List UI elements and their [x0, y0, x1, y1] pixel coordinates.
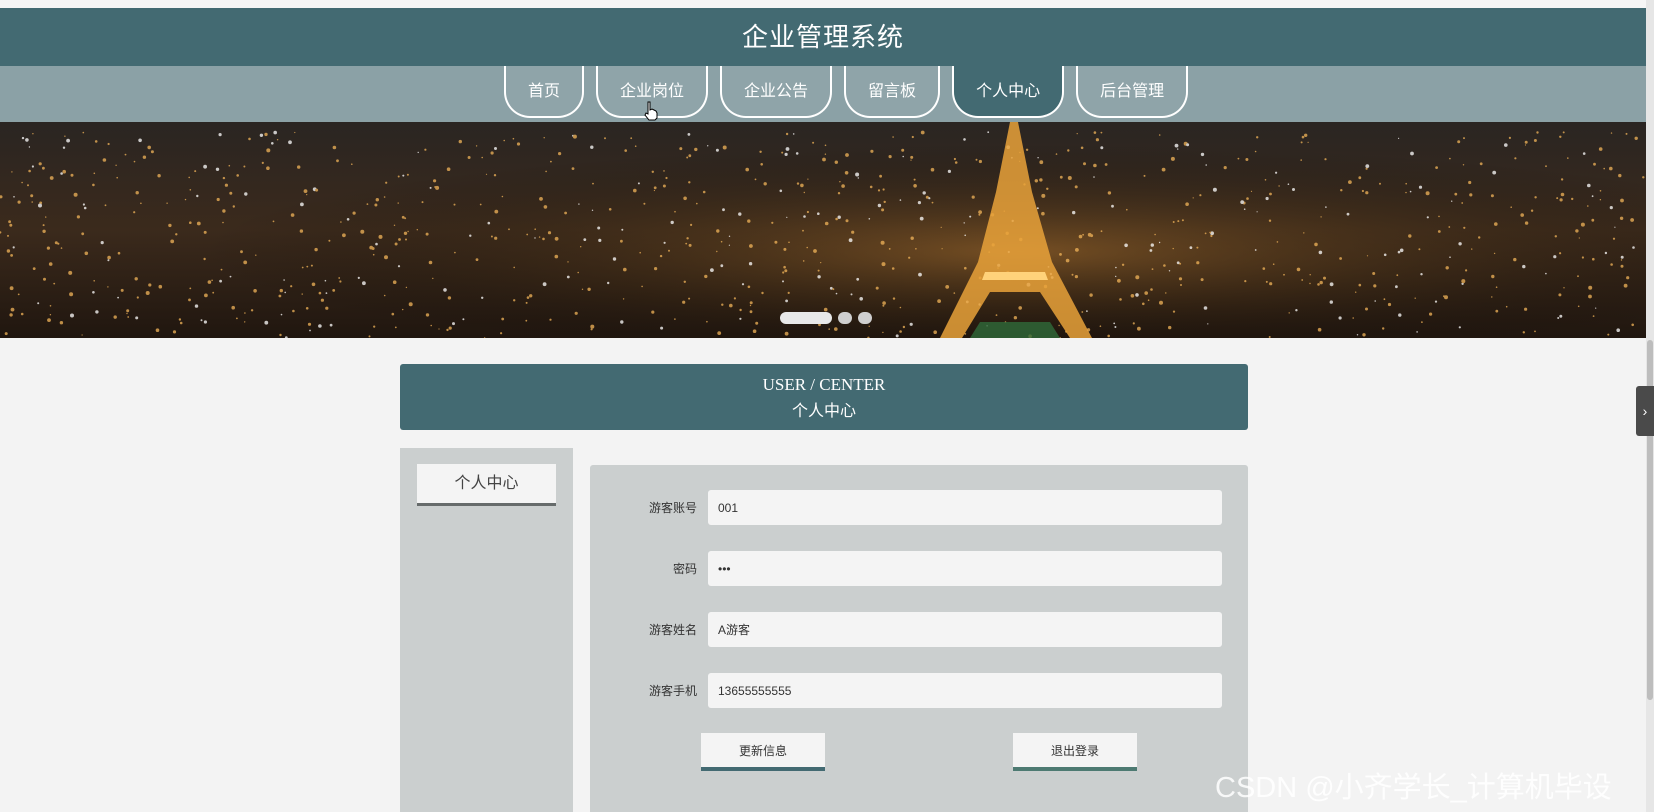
password-label: 密码	[672, 562, 697, 576]
sidebar: 个人中心	[400, 448, 573, 812]
section-title-en: USER / CENTER	[762, 375, 886, 394]
section-header: USER / CENTER 个人中心	[400, 364, 1248, 430]
carousel-dots	[780, 312, 872, 324]
nav-item-announcements[interactable]: 企业公告	[720, 66, 833, 118]
carousel-dot-2[interactable]	[838, 312, 852, 324]
nav-item-message-board[interactable]: 留言板	[844, 66, 941, 118]
main-nav: 首页 企业岗位 企业公告 留言板 个人中心 后台管理	[0, 66, 1646, 122]
phone-row: 游客手机	[590, 673, 1248, 709]
watermark: CSDN @小齐学长_计算机毕设	[1215, 772, 1612, 804]
hand-cursor-icon	[644, 101, 658, 121]
section-title-cn: 个人中心	[791, 403, 856, 420]
app-title: 企业管理系统	[741, 22, 904, 52]
nav-item-admin[interactable]: 后台管理	[1076, 66, 1189, 118]
phone-field[interactable]	[708, 673, 1222, 708]
nav-list: 首页 企业岗位 企业公告 留言板 个人中心 后台管理	[504, 66, 1189, 122]
nav-item-home[interactable]: 首页	[504, 66, 585, 118]
logout-button[interactable]: 退出登录	[1013, 733, 1137, 771]
top-strip	[0, 0, 1654, 8]
nav-item-user-center[interactable]: 个人中心	[952, 66, 1065, 118]
phone-label: 游客手机	[648, 684, 697, 698]
name-row: 游客姓名	[590, 612, 1248, 648]
profile-form: 游客账号 密码 游客姓名 游客手机 更新信息 退出登录	[590, 465, 1248, 812]
banner-image	[0, 122, 1646, 338]
carousel-dot-3[interactable]	[858, 312, 872, 324]
password-field[interactable]	[708, 551, 1222, 586]
name-field[interactable]	[708, 612, 1222, 647]
password-row: 密码	[590, 551, 1248, 587]
update-info-button[interactable]: 更新信息	[701, 733, 825, 771]
chevron-right-icon[interactable]: ›	[1636, 386, 1654, 436]
account-row: 游客账号	[590, 490, 1248, 526]
banner-carousel	[0, 122, 1646, 338]
title-bar: 企业管理系统	[0, 8, 1646, 66]
name-label: 游客姓名	[648, 623, 697, 637]
carousel-dot-1[interactable]	[780, 312, 832, 324]
account-label: 游客账号	[648, 501, 697, 515]
account-field[interactable]	[708, 490, 1222, 525]
sidebar-item-user-center[interactable]: 个人中心	[417, 464, 556, 506]
